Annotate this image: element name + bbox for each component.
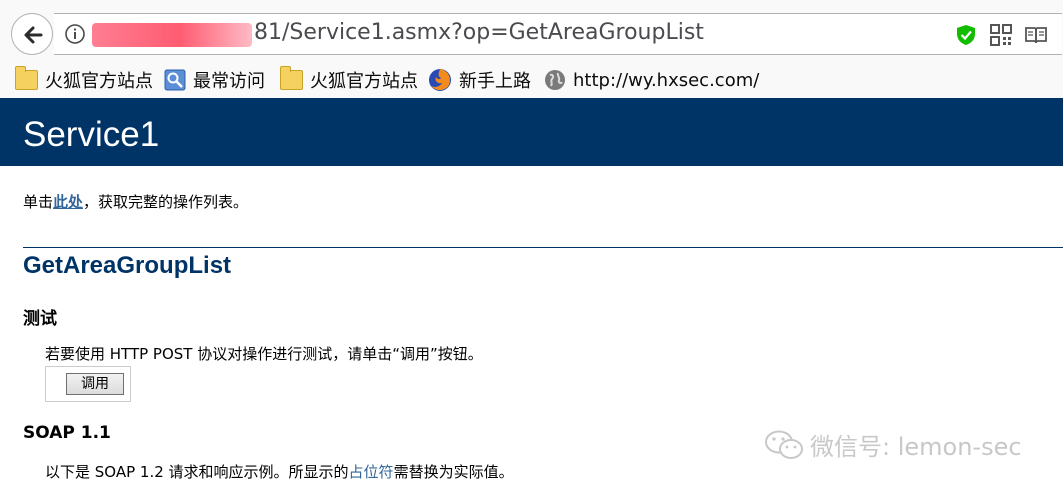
shield-check-icon[interactable]	[954, 23, 978, 47]
bookmark-label: http://wy.hxsec.com/	[573, 69, 760, 91]
soap-heading: SOAP 1.1	[23, 423, 111, 443]
bookmark-hxsec[interactable]: http://wy.hxsec.com/	[544, 67, 759, 93]
soap-desc-suffix: 需替换为实际值。	[393, 463, 514, 481]
most-visited-icon	[164, 69, 186, 91]
operation-title: GetAreaGroupList	[23, 252, 232, 279]
operations-list-line: 单击此处，获取完整的操作列表。	[23, 191, 248, 212]
address-bar[interactable]: 81/Service1.asmx?op=GetAreaGroupList	[54, 13, 1062, 55]
url-text[interactable]: 81/Service1.asmx?op=GetAreaGroupList	[254, 20, 704, 45]
bookmark-label: 最常访问	[193, 71, 265, 92]
soap-description: 以下是 SOAP 1.2 请求和响应示例。所显示的占位符需替换为实际值。	[45, 461, 514, 482]
placeholder-link[interactable]: 占位符	[349, 463, 394, 481]
bookmark-label: 火狐官方站点	[45, 71, 153, 92]
bookmark-firefox-official-1[interactable]: 火狐官方站点	[15, 66, 153, 93]
test-heading: 测试	[23, 309, 57, 329]
bookmark-firefox-official-2[interactable]: 火狐官方站点	[280, 66, 418, 93]
bookmark-most-visited[interactable]: 最常访问	[164, 67, 265, 93]
watermark-text: 微信号: lemon-sec	[810, 433, 1022, 461]
firefox-icon	[429, 69, 451, 91]
wechat-icon	[765, 430, 803, 459]
back-button[interactable]	[11, 13, 53, 55]
operations-list-link[interactable]: 此处	[53, 193, 83, 211]
back-arrow-icon	[24, 26, 43, 44]
invoke-form: 调用	[45, 366, 131, 402]
bookmark-getting-started[interactable]: 新手上路	[428, 67, 531, 93]
bookmarks-toolbar: 火狐官方站点 最常访问 火狐官方站点 新手上路 http://wy.hxsec.…	[0, 62, 1063, 99]
click-suffix: ，获取完整的操作列表。	[83, 193, 249, 211]
service-header: Service1	[0, 98, 1063, 166]
wechat-watermark: 微信号: lemon-sec	[764, 427, 1022, 462]
test-description: 若要使用 HTTP POST 协议对操作进行测试，请单击“调用”按钮。	[45, 345, 483, 363]
click-prefix: 单击	[23, 193, 54, 211]
globe-icon	[545, 70, 565, 90]
service-title: Service1	[23, 115, 160, 154]
folder-icon	[280, 66, 303, 90]
site-info-icon[interactable]	[64, 23, 86, 45]
bookmark-label: 新手上路	[459, 71, 531, 92]
reader-view-icon[interactable]	[1024, 23, 1048, 47]
url-toolbar: 81/Service1.asmx?op=GetAreaGroupList	[0, 0, 1063, 62]
redacted-host	[92, 23, 252, 47]
invoke-button[interactable]: 调用	[66, 373, 124, 395]
section-divider	[23, 247, 1063, 248]
soap-desc-prefix: 以下是 SOAP 1.2 请求和响应示例。所显示的	[45, 463, 349, 481]
folder-icon	[15, 66, 38, 90]
bookmark-label: 火狐官方站点	[310, 71, 418, 92]
qr-code-icon[interactable]	[989, 23, 1013, 47]
